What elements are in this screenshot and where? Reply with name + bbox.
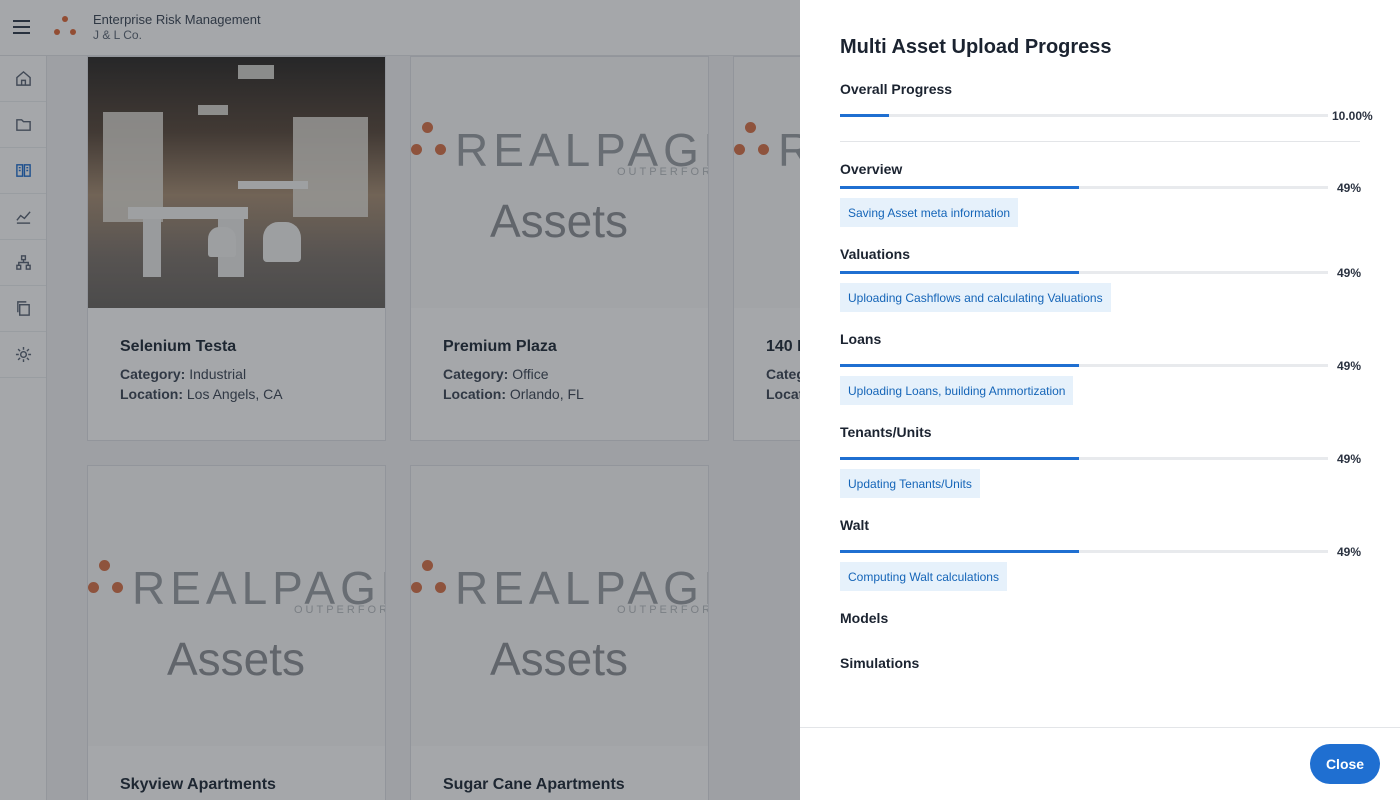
section-tenants-progress-fill [840, 457, 1080, 460]
section-simulations-label: Simulations [840, 655, 920, 671]
section-loans-label: Loans [840, 331, 882, 347]
panel-footer-divider [800, 727, 1400, 728]
section-tenants-status: Updating Tenants/Units [840, 469, 980, 498]
divider [840, 141, 1360, 142]
overall-progress-percent: 10.00% [1332, 109, 1373, 123]
section-valuations-label: Valuations [840, 246, 911, 262]
section-loans-percent: 49% [1337, 359, 1362, 373]
section-overview-percent: 49% [1337, 181, 1362, 195]
modal-backdrop[interactable] [0, 0, 800, 800]
overall-progress-label: Overall Progress [840, 81, 953, 97]
section-loans-progress-bar [840, 364, 1328, 367]
section-walt-status: Computing Walt calculations [840, 562, 1007, 591]
section-overview-progress-fill [840, 186, 1080, 189]
section-valuations-progress-bar [840, 271, 1328, 274]
section-walt-progress-fill [840, 550, 1080, 553]
overall-progress-bar [840, 114, 1328, 117]
section-valuations-progress-fill [840, 271, 1080, 274]
section-models-label: Models [840, 610, 889, 626]
section-overview-label: Overview [840, 161, 903, 177]
close-button[interactable]: Close [1310, 744, 1380, 784]
section-overview-status: Saving Asset meta information [840, 198, 1019, 227]
section-valuations-percent: 49% [1337, 266, 1362, 280]
section-overview-progress-bar [840, 186, 1328, 189]
section-walt-percent: 49% [1337, 545, 1362, 559]
section-loans-progress-fill [840, 364, 1080, 367]
section-valuations-status: Uploading Cashflows and calculating Valu… [840, 283, 1111, 312]
section-walt-label: Walt [840, 517, 870, 533]
upload-progress-panel: Multi Asset Upload Progress Overall Prog… [800, 0, 1400, 800]
overall-progress-fill [840, 114, 889, 117]
section-tenants-label: Tenants/Units [840, 424, 932, 440]
section-walt-progress-bar [840, 550, 1328, 553]
section-tenants-progress-bar [840, 457, 1328, 460]
section-tenants-percent: 49% [1337, 452, 1362, 466]
panel-title: Multi Asset Upload Progress [840, 36, 1112, 58]
section-loans-status: Uploading Loans, building Ammortization [840, 376, 1074, 405]
